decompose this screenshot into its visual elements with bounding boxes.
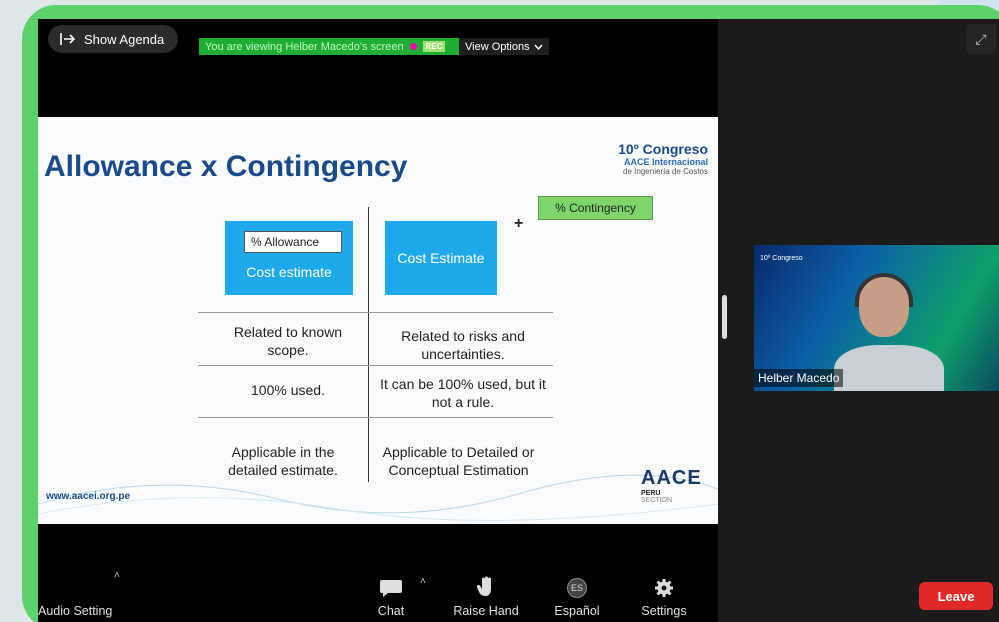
settings-label: Settings [641, 604, 687, 618]
slide-title: Allowance x Contingency [44, 150, 408, 183]
row-separator [198, 312, 553, 313]
slide-url: www.aacei.org.pe [46, 491, 131, 502]
rec-badge: REC [422, 41, 446, 52]
row2-left-cell: 100% used. [251, 382, 325, 398]
chat-label: Chat [377, 604, 405, 618]
plus-sign: + [514, 215, 524, 232]
view-options-label: View Options [465, 40, 530, 53]
chevron-down-icon [534, 44, 543, 50]
split-drag-handle[interactable] [722, 295, 727, 339]
aace-peru: PERU [641, 490, 661, 497]
column-divider [368, 207, 369, 482]
congreso-line2: AACE Internacional [623, 157, 708, 167]
congreso-logo: 10º Congreso AACE Internacional de Ingen… [618, 141, 708, 176]
hand-icon [476, 576, 491, 596]
congreso-line1: 10º Congreso [618, 141, 708, 157]
contingency-percent-label: % Contingency [538, 196, 653, 220]
participant-video[interactable]: 10º Congreso Helber Macedo [754, 245, 999, 391]
chat-button[interactable]: Chat [371, 578, 411, 618]
aace-section: SECTION [641, 497, 673, 504]
audio-setting-button[interactable]: Audio Setting [38, 604, 128, 618]
aace-logo: AACE PERU SECTION [641, 467, 702, 504]
expand-icon[interactable]: ⤢ [966, 24, 996, 54]
row-separator [198, 365, 553, 366]
raise-hand-label: Raise Hand [453, 604, 519, 618]
congreso-line3: de Ingeniería de Costos [623, 167, 708, 176]
row3-left-cell: Applicable in the detailed estimate. [228, 444, 338, 478]
leave-button[interactable]: Leave [919, 582, 993, 610]
row-separator [198, 417, 553, 418]
language-button[interactable]: ES Español [547, 578, 607, 618]
meeting-window: Show Agenda You are viewing Helber Maced… [38, 19, 999, 622]
settings-button[interactable]: Settings [634, 578, 694, 618]
viewing-screen-banner: You are viewing Helber Macedo's screen R… [199, 38, 459, 55]
view-options-button[interactable]: View Options [459, 38, 549, 55]
viewing-text: You are viewing Helber Macedo's screen [205, 40, 404, 53]
presentation-slide: Allowance x Contingency 10º Congreso AAC… [38, 117, 718, 524]
participant-name: Helber Macedo [754, 369, 844, 387]
row2-right-cell: It can be 100% used, but it not a rule. [380, 376, 546, 410]
contingency-cost-box: Cost Estimate [385, 221, 497, 295]
audio-setting-label: Audio Setting [38, 604, 113, 618]
cost-estimate-right-label: Cost Estimate [397, 250, 485, 266]
record-icon [409, 43, 417, 50]
chat-icon [380, 580, 402, 597]
meeting-toolbar: ˄ Audio Setting Chat ˄ Raise Hand ES Esp… [38, 566, 999, 622]
aace-text: AACE [641, 467, 702, 489]
chevron-up-icon[interactable]: ˄ [114, 570, 120, 581]
row1-left-cell: Related to known scope. [233, 324, 343, 358]
gear-icon [655, 579, 673, 597]
language-badge: ES [567, 578, 587, 598]
cost-estimate-left-label: Cost estimate [246, 264, 332, 280]
row1-right-cell: Related to risks and uncertainties. [401, 328, 525, 362]
show-agenda-label: Show Agenda [84, 31, 165, 47]
allowance-percent-label: % Allowance [244, 231, 342, 253]
language-label: Español [554, 604, 600, 618]
row3-right-cell: Applicable to Detailed or Conceptual Est… [382, 444, 535, 478]
raise-hand-button[interactable]: Raise Hand [446, 576, 526, 618]
headset-icon [855, 273, 913, 307]
video-background-logo: 10º Congreso [760, 255, 803, 262]
screen-share-area: Show Agenda You are viewing Helber Maced… [38, 19, 718, 622]
show-agenda-button[interactable]: Show Agenda [48, 25, 178, 53]
arrow-right-icon [60, 33, 76, 45]
person-body [834, 345, 944, 391]
chevron-up-icon[interactable]: ˄ [420, 576, 426, 587]
